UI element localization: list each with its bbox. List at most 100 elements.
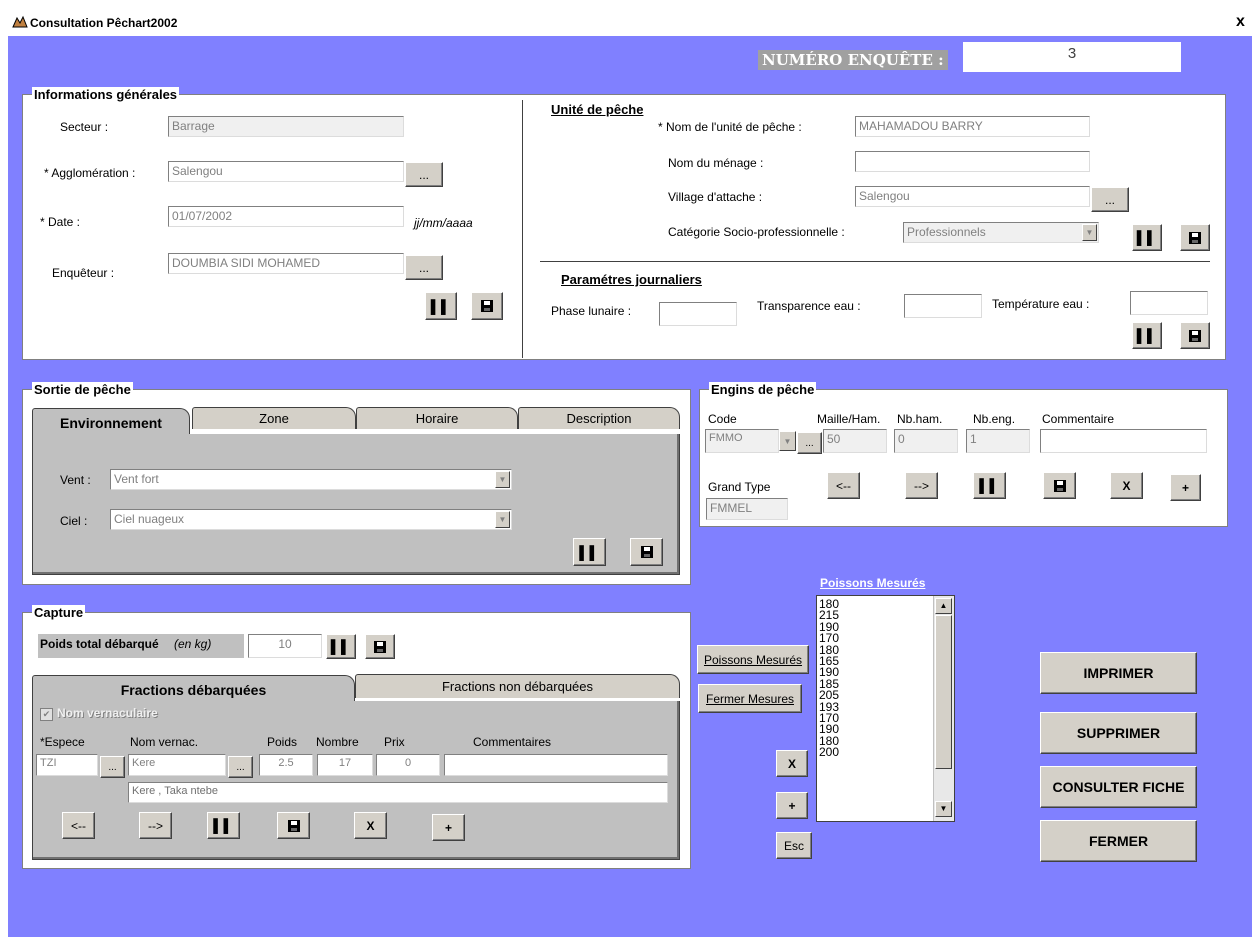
- save-icon: [640, 546, 653, 558]
- tab-fractions-non-debarquees[interactable]: Fractions non débarquées: [355, 674, 680, 698]
- tab-fractions-debarquees[interactable]: Fractions débarquées: [32, 675, 355, 703]
- ciel-select[interactable]: Ciel nuageux: [110, 509, 512, 530]
- phase-field[interactable]: [659, 302, 737, 326]
- fraction-commentaires-field[interactable]: [444, 754, 668, 776]
- engin-code-browse-button[interactable]: ...: [797, 432, 822, 454]
- sortie-save-button[interactable]: [630, 538, 663, 566]
- close-icon[interactable]: x: [1236, 13, 1245, 31]
- app-icon: [12, 15, 28, 28]
- poids-total-field[interactable]: 10: [248, 634, 322, 658]
- fraction-save-button[interactable]: [277, 812, 310, 839]
- menage-field[interactable]: [855, 151, 1090, 172]
- transparence-field[interactable]: [904, 294, 982, 318]
- infos-edit-button[interactable]: ▌▌: [425, 292, 457, 320]
- mesure-item[interactable]: 200: [819, 746, 839, 758]
- mesures-scrollbar[interactable]: ▲ ▼: [933, 596, 954, 821]
- tab-horaire[interactable]: Horaire: [356, 407, 518, 429]
- col-prix: Prix: [384, 735, 405, 749]
- capture-prev-button[interactable]: <--: [62, 812, 95, 839]
- nom-vernaculaire-label: Nom vernaculaire: [57, 706, 158, 720]
- grand-type-label: Grand Type: [708, 480, 771, 494]
- window-title: Consultation Pêchart2002: [30, 16, 178, 30]
- menage-label: Nom du ménage :: [668, 156, 764, 170]
- fraction-add-button[interactable]: +: [432, 814, 465, 841]
- pause-icon: ▌▌: [430, 298, 452, 314]
- secteur-label: Secteur :: [60, 120, 109, 134]
- nom-vernaculaire-checkbox[interactable]: ✔: [40, 708, 53, 721]
- unite-edit-button[interactable]: ▌▌: [1132, 224, 1162, 251]
- nombre-field[interactable]: 17: [317, 754, 373, 776]
- capture-save-button[interactable]: [365, 634, 395, 659]
- col-nbeng: Nb.eng.: [973, 412, 1016, 426]
- transparence-label: Transparence eau :: [757, 299, 861, 313]
- params-save-button[interactable]: [1180, 322, 1210, 349]
- mesure-delete-button[interactable]: X: [776, 750, 808, 777]
- enqueteur-field[interactable]: DOUMBIA SIDI MOHAMED: [168, 253, 404, 274]
- capture-next-button[interactable]: -->: [139, 812, 172, 839]
- date-field[interactable]: 01/07/2002: [168, 206, 404, 227]
- fraction-edit-button[interactable]: ▌▌: [207, 812, 240, 839]
- sortie-edit-button[interactable]: ▌▌: [573, 538, 606, 566]
- fermer-mesures-button[interactable]: Fermer Mesures: [698, 684, 802, 713]
- village-browse-button[interactable]: ...: [1091, 187, 1129, 212]
- espece-browse-button[interactable]: ...: [100, 756, 125, 778]
- maille-field[interactable]: 50: [823, 429, 887, 453]
- engin-delete-button[interactable]: X: [1110, 472, 1143, 499]
- save-icon: [1189, 329, 1201, 342]
- mesure-add-button[interactable]: +: [776, 792, 808, 819]
- consulter-fiche-button[interactable]: CONSULTER FICHE: [1040, 766, 1197, 808]
- pause-icon: ▌▌: [579, 544, 600, 560]
- vent-select[interactable]: Vent fort: [110, 469, 512, 490]
- categorie-select[interactable]: Professionnels: [903, 222, 1099, 243]
- engin-code-field[interactable]: FMMO: [705, 429, 779, 453]
- engin-commentaire-field[interactable]: [1040, 429, 1207, 453]
- imprimer-button[interactable]: IMPRIMER: [1040, 652, 1197, 694]
- poids-fraction-field[interactable]: 2.5: [259, 754, 313, 776]
- params-edit-button[interactable]: ▌▌: [1132, 322, 1162, 349]
- scroll-up-icon[interactable]: ▲: [935, 598, 952, 614]
- tab-zone[interactable]: Zone: [192, 407, 356, 429]
- engin-prev-button[interactable]: <--: [827, 472, 860, 499]
- poissons-mesures-button[interactable]: Poissons Mesurés: [697, 645, 809, 674]
- esc-button[interactable]: Esc: [776, 832, 812, 859]
- engin-add-button[interactable]: +: [1170, 474, 1201, 501]
- fraction-delete-button[interactable]: X: [354, 812, 387, 839]
- col-commentaire: Commentaire: [1042, 412, 1115, 426]
- supprimer-button[interactable]: SUPPRIMER: [1040, 712, 1197, 754]
- espece-field[interactable]: TZI: [36, 754, 98, 776]
- enqueteur-browse-button[interactable]: ...: [405, 255, 443, 280]
- engin-edit-button[interactable]: ▌▌: [973, 472, 1006, 499]
- engin-code-dropdown-icon[interactable]: ▼: [779, 431, 796, 451]
- col-nombre: Nombre: [316, 735, 359, 749]
- engin-save-button[interactable]: [1043, 472, 1076, 499]
- agglomeration-browse-button[interactable]: ...: [405, 162, 443, 187]
- nbeng-field[interactable]: 1: [966, 429, 1030, 453]
- grand-type-field[interactable]: FMMEL: [706, 498, 788, 520]
- unite-nom-field[interactable]: MAHAMADOU BARRY: [855, 116, 1090, 137]
- agglomeration-field[interactable]: Salengou: [168, 161, 404, 182]
- unite-save-button[interactable]: [1180, 224, 1210, 251]
- nom-vernac-field[interactable]: Kere: [128, 754, 226, 776]
- col-maille: Maille/Ham.: [817, 412, 881, 426]
- vent-label: Vent :: [60, 473, 91, 487]
- nom-vernac-browse-button[interactable]: ...: [228, 756, 253, 778]
- secteur-field[interactable]: Barrage: [168, 116, 404, 137]
- village-field[interactable]: Salengou: [855, 186, 1090, 207]
- tab-environnement[interactable]: Environnement: [32, 408, 190, 436]
- prix-field[interactable]: 0: [376, 754, 440, 776]
- pause-icon: ▌▌: [213, 818, 234, 833]
- fermer-button[interactable]: FERMER: [1040, 820, 1197, 862]
- categorie-dropdown-icon[interactable]: ▼: [1082, 224, 1097, 241]
- ciel-dropdown-icon[interactable]: ▼: [495, 511, 510, 528]
- scroll-thumb[interactable]: [935, 615, 952, 769]
- poissons-mesures-list[interactable]: 180 215 190 170 180 165 190 185 205 193 170 190 180 2…: [816, 595, 955, 822]
- nbham-field[interactable]: 0: [894, 429, 958, 453]
- tab-description[interactable]: Description: [518, 407, 680, 429]
- vent-dropdown-icon[interactable]: ▼: [495, 471, 510, 488]
- pause-icon: ▌▌: [330, 639, 352, 654]
- scroll-down-icon[interactable]: ▼: [935, 801, 952, 817]
- temperature-field[interactable]: [1130, 291, 1208, 315]
- infos-save-button[interactable]: [471, 292, 503, 320]
- capture-edit-button[interactable]: ▌▌: [326, 634, 356, 659]
- engin-next-button[interactable]: -->: [905, 472, 938, 499]
